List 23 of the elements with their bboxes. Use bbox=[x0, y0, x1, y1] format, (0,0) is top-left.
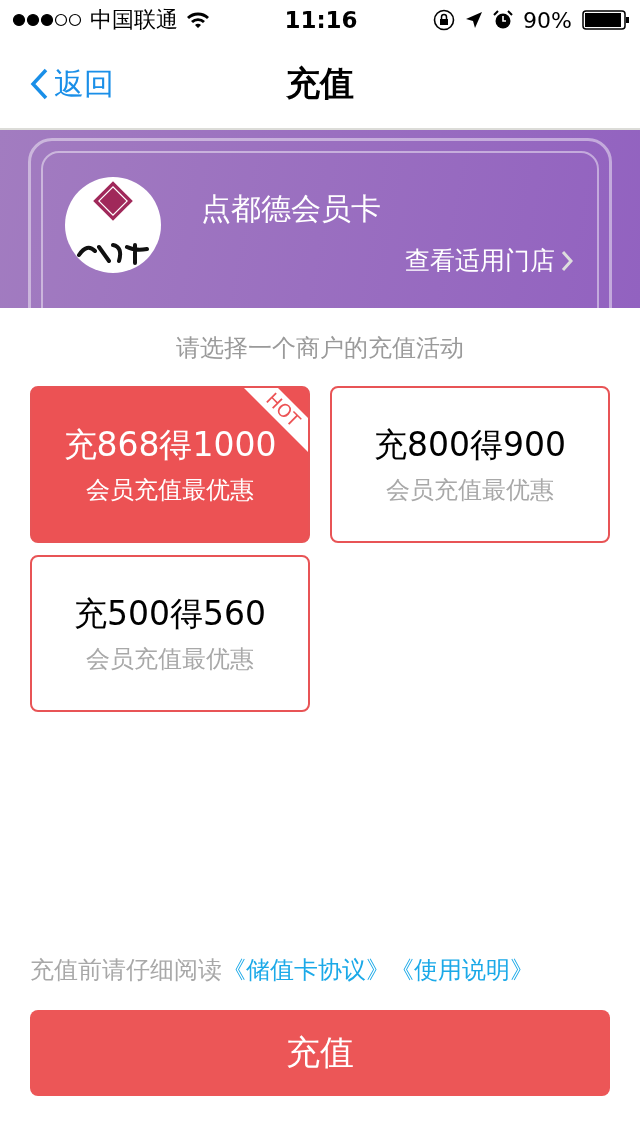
clock-time: 11:16 bbox=[284, 7, 358, 33]
agreement-link[interactable]: 《储值卡协议》 bbox=[222, 954, 390, 986]
location-arrow-icon bbox=[465, 11, 484, 29]
agreement-link[interactable]: 《使用说明》 bbox=[390, 954, 534, 986]
battery-icon bbox=[582, 10, 630, 30]
back-button[interactable]: 返回 bbox=[30, 63, 114, 105]
view-stores-link[interactable]: 查看适用门店 bbox=[405, 244, 573, 277]
back-chevron-icon bbox=[30, 68, 48, 100]
card-name: 点都德会员卡 bbox=[201, 190, 382, 228]
alarm-icon bbox=[493, 10, 514, 30]
page-title: 充值 bbox=[286, 63, 354, 103]
recharge-option[interactable]: 充800得900 会员充值最优惠 bbox=[330, 386, 610, 543]
rotation-lock-icon bbox=[433, 9, 456, 31]
battery-percent: 90% bbox=[523, 7, 572, 33]
wifi-icon bbox=[186, 11, 210, 29]
logo-icon bbox=[65, 177, 161, 273]
recharge-option[interactable]: 充500得560 会员充值最优惠 bbox=[30, 555, 310, 712]
carrier: 中国联通 bbox=[90, 6, 178, 34]
agreement-text: 充值前请仔细阅读 bbox=[30, 955, 222, 986]
chevron-right-icon bbox=[561, 249, 573, 272]
recharge-button[interactable]: 充值 bbox=[30, 1010, 610, 1096]
select-prompt: 请选择一个商户的充值活动 bbox=[176, 334, 464, 362]
signal-icon bbox=[12, 13, 82, 27]
